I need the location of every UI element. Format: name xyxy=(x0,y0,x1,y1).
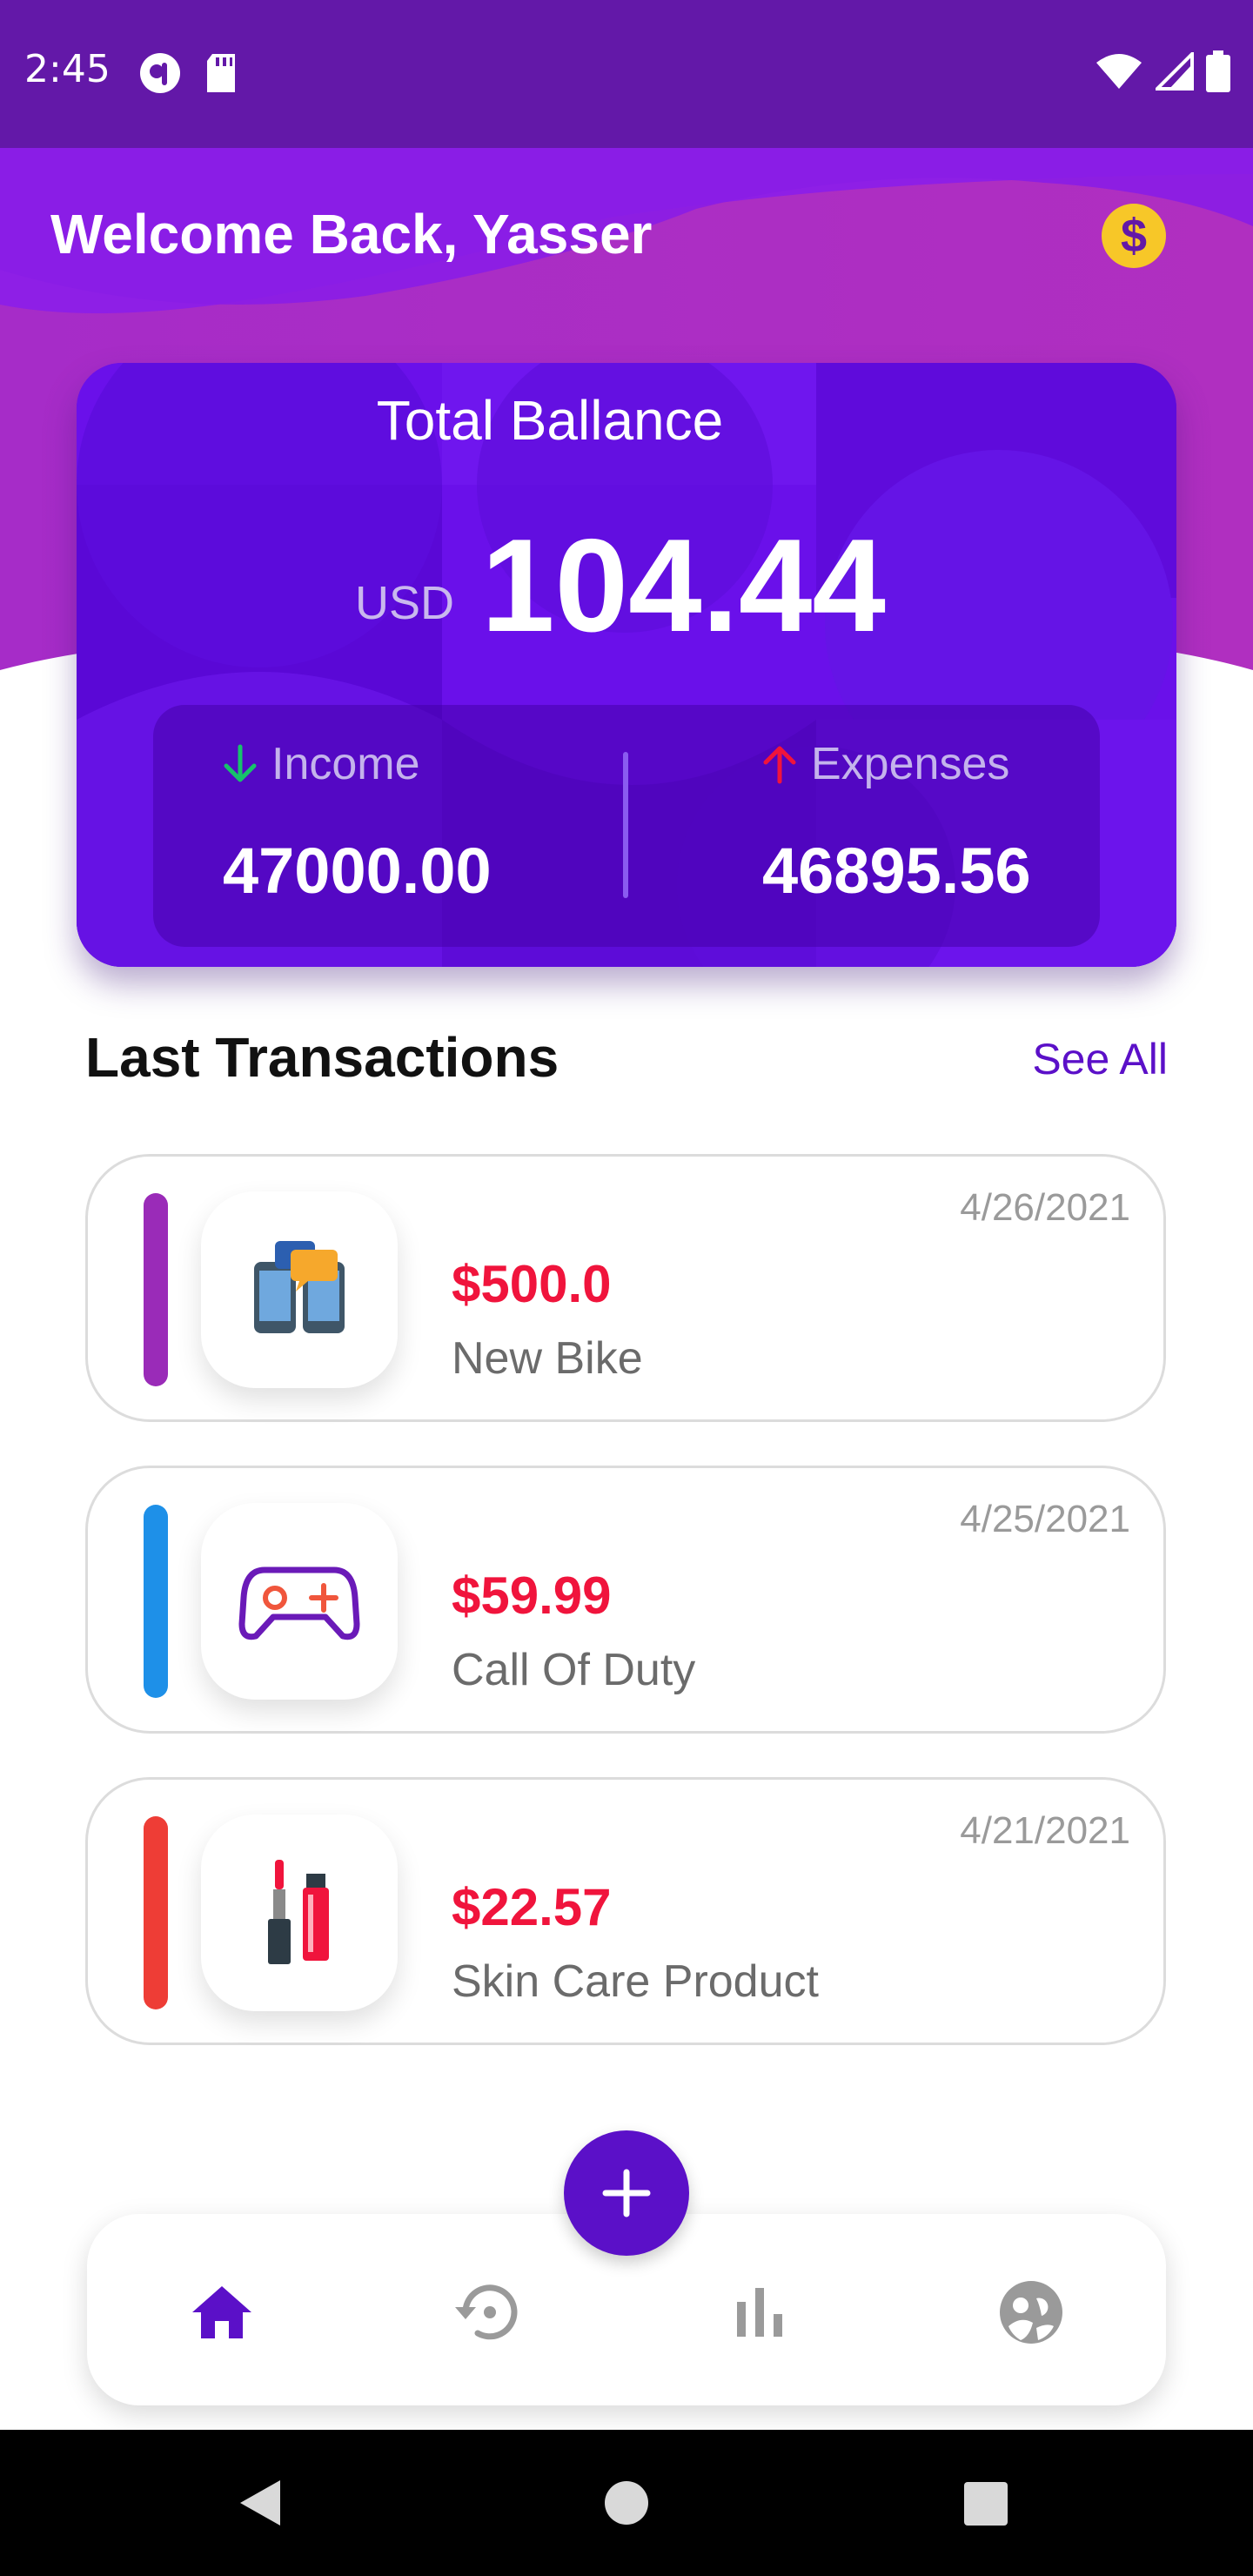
transaction-accent-bar xyxy=(144,1193,168,1386)
transaction-icon-tile xyxy=(201,1503,398,1700)
transaction-card[interactable]: 4/26/2021 $500.0 New Bike xyxy=(85,1154,1166,1422)
transaction-name: Call Of Duty xyxy=(452,1645,696,1695)
wifi-icon xyxy=(1096,54,1142,89)
arrow-down-icon xyxy=(224,744,257,782)
transaction-icon-tile xyxy=(201,1815,398,2011)
income-label: Income xyxy=(271,739,420,789)
expenses-label-row: Expenses xyxy=(761,738,1009,790)
expenses-value: 46895.56 xyxy=(762,835,1031,907)
sd-card-icon xyxy=(207,54,235,92)
welcome-title: Welcome Back, Yasser xyxy=(50,203,653,265)
balance-currency: USD xyxy=(355,577,455,629)
transaction-amount: $22.57 xyxy=(452,1878,612,1936)
income-label-row: Income xyxy=(221,738,420,790)
transaction-accent-bar xyxy=(144,1505,168,1698)
arrow-up-icon xyxy=(763,746,796,784)
nav-home[interactable] xyxy=(174,2264,270,2360)
income-value: 47000.00 xyxy=(223,835,492,907)
add-transaction-button[interactable] xyxy=(564,2130,689,2256)
last-transactions-title: Last Transactions xyxy=(85,1026,559,1089)
nav-history[interactable] xyxy=(440,2264,536,2360)
coin-symbol: $ xyxy=(1120,210,1148,262)
transaction-name: New Bike xyxy=(452,1333,643,1384)
transaction-date: 4/26/2021 xyxy=(960,1186,1130,1229)
phones-chat-icon xyxy=(254,1241,345,1333)
home-circle-icon[interactable] xyxy=(604,2480,649,2526)
transaction-date: 4/21/2021 xyxy=(960,1809,1130,1852)
transaction-name: Skin Care Product xyxy=(452,1956,819,2007)
coin-icon[interactable]: $ xyxy=(1102,204,1166,268)
transaction-icon-tile xyxy=(201,1191,398,1388)
lipstick-icon xyxy=(268,1860,329,1964)
transaction-accent-bar xyxy=(144,1816,168,2009)
face-icon xyxy=(1000,2281,1062,2344)
home-icon xyxy=(192,2286,251,2338)
nav-profile[interactable] xyxy=(983,2264,1079,2360)
expenses-label: Expenses xyxy=(811,739,1010,789)
nav-stats[interactable] xyxy=(712,2264,807,2360)
status-time: 2:45 xyxy=(24,47,111,91)
transaction-amount: $59.99 xyxy=(452,1566,612,1625)
balance-title: Total Ballance xyxy=(376,389,724,452)
system-navigation-bar xyxy=(0,2430,1253,2576)
gamepad-icon xyxy=(238,1566,360,1640)
transaction-date: 4/25/2021 xyxy=(960,1498,1130,1540)
recents-icon[interactable] xyxy=(964,2482,1008,2526)
transaction-card[interactable]: 4/25/2021 $59.99 Call Of Duty xyxy=(85,1466,1166,1734)
status-system-icons xyxy=(1095,50,1230,92)
status-notification-icons xyxy=(139,52,238,94)
back-icon[interactable] xyxy=(235,2477,284,2529)
bar-chart-icon xyxy=(737,2288,782,2337)
history-icon xyxy=(455,2284,518,2340)
status-bar: 2:45 xyxy=(0,0,1253,148)
notification-app-icon xyxy=(140,53,180,93)
balance-amount: 104.44 xyxy=(481,512,886,660)
battery-icon xyxy=(1206,50,1230,92)
signal-icon xyxy=(1156,52,1194,91)
income-expense-divider xyxy=(623,752,628,898)
see-all-link[interactable]: See All xyxy=(1032,1034,1168,1084)
transaction-card[interactable]: 4/21/2021 $22.57 Skin Care Product xyxy=(85,1777,1166,2045)
plus-icon xyxy=(602,2169,651,2217)
transaction-amount: $500.0 xyxy=(452,1255,612,1313)
